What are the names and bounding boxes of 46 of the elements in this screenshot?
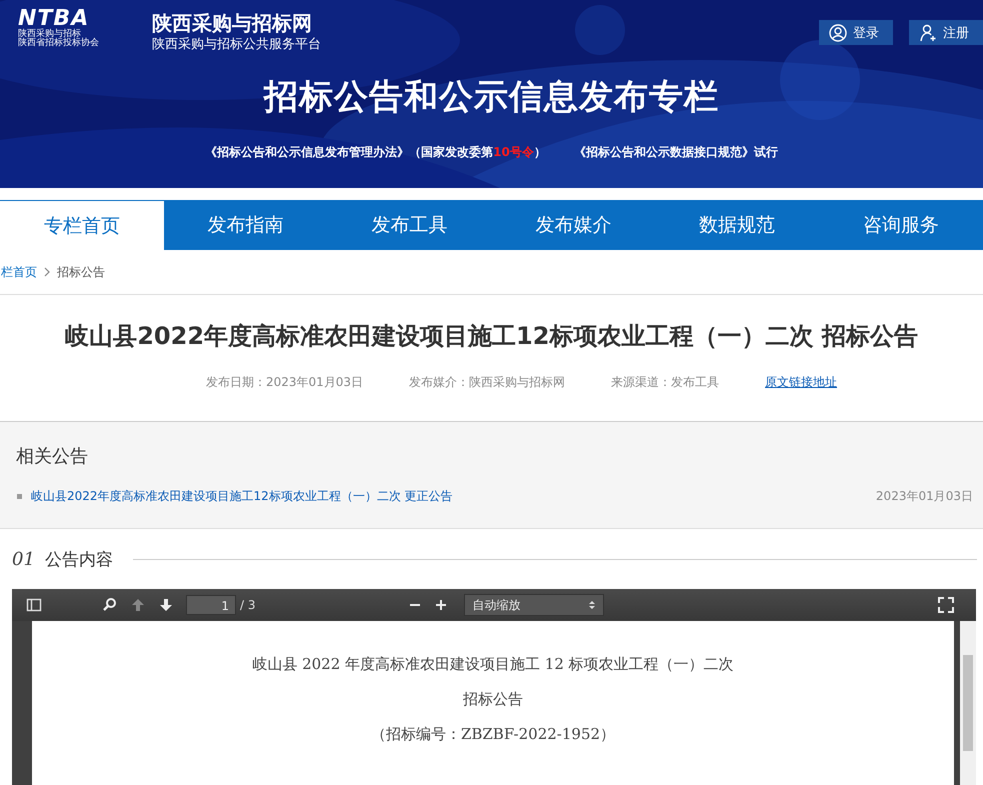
up-arrow-icon[interactable]	[130, 597, 146, 613]
page-number-field[interactable]: 1	[186, 595, 236, 615]
page-count: / 3	[240, 598, 256, 612]
bullet-icon	[17, 494, 22, 499]
section-number: 01	[12, 548, 35, 570]
updown-icon	[588, 600, 594, 610]
chevron-icon	[43, 267, 51, 277]
nav-tab[interactable]: 数据规范	[655, 200, 820, 250]
article-title: 岐山县2022年度高标准农田建设项目施工12标项农业工程（一）二次 招标公告	[64, 321, 919, 352]
nav-tab[interactable]: 发布指南	[164, 200, 328, 250]
notice-text[interactable]: 《招标公告和公示数据接口规范》试行	[574, 145, 778, 159]
nav-tab[interactable]: 咨询服务	[819, 200, 983, 250]
sidebar-icon[interactable]	[26, 597, 42, 613]
notice-text[interactable]: 《招标公告和公示信息发布管理办法》（国家发改委第	[205, 145, 494, 159]
nav-tab[interactable]: 专栏首页	[0, 200, 164, 250]
user-icon	[829, 24, 847, 42]
nav-tab[interactable]: 发布工具	[328, 200, 492, 250]
meta-text: 发布媒介：陕西采购与招标网	[409, 374, 566, 391]
nav-tab[interactable]: 发布媒介	[491, 200, 656, 250]
down-arrow-icon[interactable]	[158, 597, 174, 613]
logo: NTBA 陕西采购与招标 陕西省招标投标协会	[18, 8, 100, 48]
zoom-in-icon[interactable]	[434, 598, 448, 612]
site-name: 陕西采购与招标网	[152, 10, 313, 36]
source-link[interactable]: 原文链接地址	[765, 374, 838, 391]
add-user-icon	[919, 24, 937, 42]
scrollbar[interactable]	[960, 621, 976, 785]
section-title: 公告内容	[44, 548, 113, 570]
fullscreen-icon[interactable]	[938, 597, 954, 613]
highlighted-notice-text[interactable]: 10号令	[493, 145, 534, 159]
register-button[interactable]: 注册	[909, 20, 983, 45]
document-text: 招标公告	[462, 689, 524, 710]
notice-text[interactable]: ）	[534, 145, 546, 159]
breadcrumb-link[interactable]: 栏首页	[1, 264, 37, 280]
breadcrumb-text: 招标公告	[57, 264, 105, 280]
site-subtitle: 陕西采购与招标公共服务平台	[152, 36, 321, 54]
document-text: （招标编号：ZBZBF-2022-1952）	[370, 724, 616, 745]
related-link[interactable]: 岐山县2022年度高标准农田建设项目施工12标项农业工程（一）二次 更正公告	[31, 488, 453, 505]
banner-title: 招标公告和公示信息发布专栏	[262, 76, 720, 119]
meta-text: 来源渠道：发布工具	[611, 374, 720, 391]
search-icon[interactable]	[102, 597, 118, 613]
meta-text: 发布日期：2023年01月03日	[206, 374, 364, 391]
document-text: 岐山县 2022 年度高标准农田建设项目施工 12 标项农业工程（一）二次	[251, 654, 735, 675]
zoom-select[interactable]: 自动缩放	[464, 594, 604, 616]
related-date: 2023年01月03日	[876, 488, 973, 505]
related-heading: 相关公告	[15, 445, 89, 468]
login-button[interactable]: 登录	[819, 20, 893, 45]
